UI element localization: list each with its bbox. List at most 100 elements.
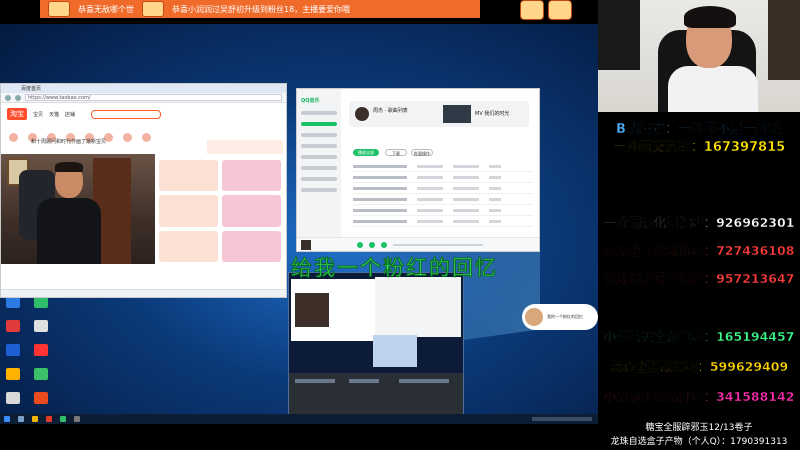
player-controls <box>297 237 539 251</box>
start-icon[interactable] <box>4 416 10 422</box>
shop-logo[interactable]: 淘宝 <box>7 108 27 120</box>
desktop-icon[interactable] <box>30 344 52 364</box>
gift-icon <box>548 0 572 20</box>
nested-player <box>375 277 461 337</box>
desktop-icon[interactable] <box>2 368 24 388</box>
cabinet <box>768 0 800 80</box>
product-card[interactable] <box>159 195 218 227</box>
artist-name: 周杰 · 歌曲列表 <box>373 108 408 114</box>
shop-search-input[interactable] <box>91 109 162 119</box>
banner-message-2: 恭喜小润润过吴舒初升级到粉丝18，主播要爱你哦 <box>172 4 351 14</box>
desktop-icon[interactable] <box>30 368 52 388</box>
song-row[interactable] <box>353 161 533 172</box>
category-icon[interactable] <box>9 132 18 142</box>
sidebar-item[interactable] <box>301 177 337 181</box>
shop-tab[interactable]: 店铺 <box>65 111 75 118</box>
person-hair <box>684 6 736 28</box>
product-card[interactable] <box>222 195 281 227</box>
desktop-icon[interactable] <box>2 296 24 316</box>
bookshelf <box>598 0 640 70</box>
sidebar-item[interactable] <box>301 188 337 192</box>
desktop-icon[interactable] <box>30 320 52 340</box>
category-icon[interactable] <box>142 132 151 142</box>
song-title[interactable]: MV 我们的时光 <box>475 110 509 117</box>
mv-thumbnail[interactable] <box>443 105 471 123</box>
song-row[interactable] <box>353 216 533 227</box>
dragon-group-text: 小海马天空龙袍群：165194457 <box>603 329 795 344</box>
streamer-webcam <box>598 0 800 112</box>
desktop-icon[interactable] <box>2 320 24 340</box>
nested-desktop <box>373 335 417 367</box>
prev-icon[interactable] <box>357 241 363 248</box>
browser-window[interactable]: 百度首页 https://www.taobao.com/ 淘宝 宝贝 天猫 店铺… <box>0 83 287 298</box>
info-panel: B站搜索：一阵雨不是一阵奶 一阵雨交流群：167397815 一阵雨强化增幅群：… <box>598 112 800 450</box>
remake-group-text: 娱心全服改造群：599629409 <box>609 359 789 374</box>
nested-webcam <box>295 293 329 327</box>
xiliang-group-text: 西凉全服游戏币群：727436108 <box>603 243 795 258</box>
sidebar-item[interactable] <box>301 111 337 115</box>
shop-tab[interactable]: 天猫 <box>49 111 59 118</box>
obs-icon[interactable] <box>74 416 80 422</box>
product-line[interactable]: 和十周顾问和时代作画了最新宝贝 <box>31 138 106 148</box>
boy-group-text: 小男孩手动帮打群：341588142 <box>603 389 795 404</box>
nested-obs-panel <box>289 373 463 417</box>
chat-notification[interactable]: 我的一个粉红的回忆 <box>522 304 598 330</box>
promo-line-1: 糖宝全服辟邪玉12/13卷子 <box>645 423 753 433</box>
play-icon[interactable] <box>369 241 375 248</box>
trade-group-text: 游戏闻账号服务群：957213647 <box>603 271 795 286</box>
desktop-icon[interactable] <box>30 392 52 412</box>
player-logo: QQ音乐 <box>301 98 320 104</box>
gift-icon <box>142 1 164 17</box>
download-button[interactable]: 下载 <box>385 149 407 156</box>
product-card[interactable] <box>222 230 281 262</box>
sidebar-item[interactable] <box>301 155 337 159</box>
sidebar-item-active[interactable] <box>301 122 337 126</box>
gift-banner: 恭喜无敌哪个世 恭喜小润润过吴舒初升级到粉丝18，主播要爱你哦 <box>40 0 480 18</box>
taskbar <box>0 414 598 424</box>
back-icon[interactable] <box>5 94 11 101</box>
url-field[interactable]: https://www.taobao.com/ <box>25 94 282 101</box>
song-row[interactable] <box>353 205 533 216</box>
enhance-group-text: 一阵雨强化增幅群：926962301 <box>603 215 795 230</box>
play-all-button[interactable]: 播放全部 <box>353 149 379 156</box>
music-player-window[interactable]: QQ音乐 周杰 · 歌曲列表 MV 我们的时光 播放全部 下载 批量操作 <box>296 88 540 252</box>
person-body <box>37 198 101 264</box>
browser-icon[interactable] <box>46 416 52 422</box>
product-card[interactable] <box>159 160 218 192</box>
desktop-icons <box>2 296 52 412</box>
sidebar-item[interactable] <box>301 166 337 170</box>
webcam-overlay <box>1 154 155 264</box>
chat-group-text: 一阵雨交流群：167397815 <box>612 140 786 155</box>
search-icon[interactable] <box>18 416 24 422</box>
artist-avatar <box>355 107 369 121</box>
gift-icon <box>520 0 544 20</box>
song-row[interactable] <box>353 183 533 194</box>
next-icon[interactable] <box>381 241 387 248</box>
system-tray[interactable] <box>532 417 592 421</box>
music-icon[interactable] <box>60 416 66 422</box>
person-hair <box>55 162 83 172</box>
song-row[interactable] <box>353 194 533 205</box>
address-bar: https://www.taobao.com/ <box>1 93 286 103</box>
desktop-icon[interactable] <box>2 344 24 364</box>
refresh-icon[interactable] <box>15 94 21 101</box>
promo-line-2: 龙珠自选盒子产物（个人Q）：1790391313 <box>610 437 788 447</box>
folder-icon[interactable] <box>32 416 38 422</box>
browser-status-bar <box>1 289 286 297</box>
sidebar-item[interactable] <box>301 144 337 148</box>
gift-icon <box>48 1 70 17</box>
batch-button[interactable]: 批量操作 <box>411 149 433 156</box>
browser-tab[interactable]: 百度首页 <box>1 84 286 93</box>
notification-text: 我的一个粉红的回忆 <box>547 314 583 319</box>
sidebar-item[interactable] <box>301 133 337 137</box>
progress-bar[interactable] <box>393 243 483 246</box>
desktop-icon[interactable] <box>30 296 52 316</box>
desktop-icon[interactable] <box>2 392 24 412</box>
product-card[interactable] <box>159 230 218 262</box>
product-card[interactable] <box>222 160 281 192</box>
banner-message-1: 恭喜无敌哪个世 <box>78 4 134 14</box>
shop-tab[interactable]: 宝贝 <box>33 111 43 118</box>
category-icon[interactable] <box>123 132 132 142</box>
song-list <box>353 161 533 227</box>
song-row[interactable] <box>353 172 533 183</box>
